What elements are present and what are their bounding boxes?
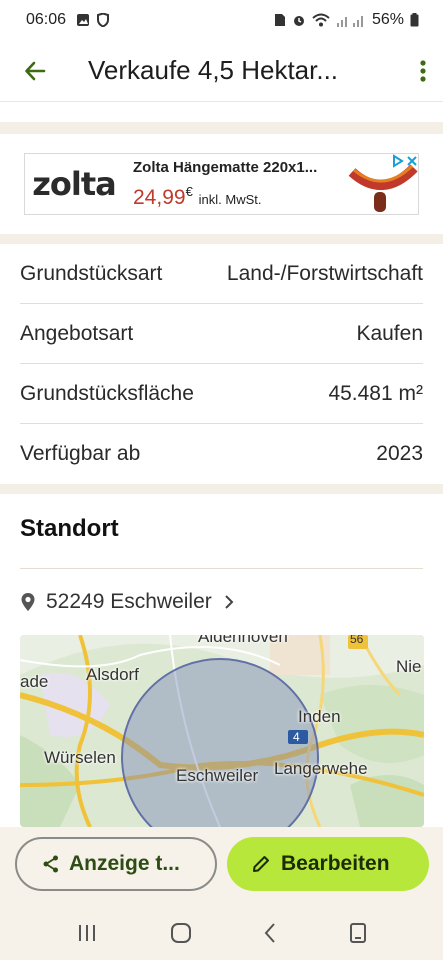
location-text: 52249 Eschweiler [46, 590, 212, 613]
map-label: Eschweiler [176, 766, 259, 785]
home-icon[interactable] [170, 922, 192, 944]
back-button[interactable] [0, 40, 70, 102]
details-list: Grundstücksart Land-/Forstwirtschaft Ang… [20, 244, 423, 484]
map-label: Alsdorf [86, 665, 139, 684]
detail-value: 45.481 m² [328, 381, 423, 405]
share-button[interactable]: Anzeige t... [15, 837, 217, 891]
alarm-icon [293, 16, 304, 26]
battery-icon [410, 13, 419, 27]
detail-row: Verfügbar ab 2023 [20, 424, 423, 484]
ad-image [348, 154, 418, 214]
ad-tax-note: inkl. MwSt. [198, 191, 262, 207]
page-title: Verkaufe 4,5 Hektar... [88, 55, 339, 85]
location-pin-icon [21, 593, 35, 611]
edit-label: Bearbeiten [281, 852, 390, 875]
shield-icon [97, 13, 110, 27]
section-divider [0, 234, 443, 244]
arrow-back-icon [25, 61, 46, 80]
signal-icon [336, 16, 363, 27]
map-label: 56 [350, 635, 364, 646]
status-left-icons [76, 13, 110, 27]
ad-price-line: 24,99€ inkl. MwSt. [133, 180, 348, 210]
detail-label: Verfügbar ab [20, 442, 141, 465]
location-link[interactable]: 52249 Eschweiler [20, 586, 234, 618]
map-label: Würselen [44, 748, 116, 767]
map-label: Inden [298, 707, 341, 726]
detail-row: Grundstücksfläche 45.481 m² [20, 364, 423, 424]
section-divider [0, 484, 443, 494]
system-nav-bar [0, 905, 443, 960]
ad-product: Zolta Hängematte 220x1... [133, 158, 318, 176]
map-label: ade [20, 672, 49, 691]
ad-choices[interactable] [390, 154, 418, 172]
detail-row: Angebotsart Kaufen [20, 304, 423, 364]
ad-text: Zolta Hängematte 220x1... 24,99€ inkl. M… [123, 159, 348, 210]
detail-value: Land-/Forstwirtschaft [226, 261, 423, 285]
status-bar: 06:06 56% [0, 0, 443, 40]
ad-brand: zolta [32, 165, 116, 203]
detail-row: Grundstücksart Land-/Forstwirtschaft [20, 244, 423, 304]
map-label: Aldenhoven [198, 635, 288, 646]
ad-price: 24,99 [133, 185, 186, 209]
map-label: Langerwehe [274, 759, 368, 778]
detail-label: Grundstücksart [20, 261, 163, 285]
share-label: Anzeige t... [69, 852, 180, 875]
sim-icon [274, 14, 285, 26]
detail-label: Grundstücksfläche [20, 381, 194, 405]
share-icon [43, 855, 58, 873]
edit-button[interactable]: Bearbeiten [227, 837, 429, 891]
ad-logo: zolta [25, 165, 123, 203]
status-time: 06:06 [26, 11, 67, 28]
standort-heading: Standort [20, 515, 119, 542]
map-graphic [20, 635, 424, 827]
status-right: 56% [274, 11, 419, 29]
image-icon [77, 14, 90, 26]
location-map[interactable]: Aldenhoven 56 Nie Alsdorf ade Inden 4 Wü… [20, 635, 424, 827]
more-vert-icon [420, 59, 426, 82]
close-icon[interactable] [406, 154, 418, 168]
section-divider [0, 122, 443, 134]
back-icon[interactable] [263, 922, 277, 944]
divider [20, 568, 423, 569]
detail-value: 2023 [376, 442, 423, 465]
map-label: 4 [293, 730, 300, 744]
recent-apps-icon[interactable] [76, 923, 98, 943]
ad-choices-icon [393, 154, 404, 168]
detail-value: Kaufen [356, 321, 423, 345]
ad-banner[interactable]: zolta Zolta Hängematte 220x1... 24,99€ i… [24, 153, 419, 215]
wifi-icon [312, 13, 330, 27]
detail-label: Angebotsart [20, 321, 134, 345]
more-menu-button[interactable] [403, 40, 443, 102]
pencil-icon [253, 856, 269, 872]
keyboard-icon[interactable] [349, 922, 367, 944]
map-label: Nie [396, 657, 422, 676]
ad-currency: € [185, 183, 193, 199]
chevron-right-icon [225, 595, 234, 609]
battery-percent: 56% [371, 11, 404, 28]
app-bar: Verkaufe 4,5 Hektar... [0, 40, 443, 102]
